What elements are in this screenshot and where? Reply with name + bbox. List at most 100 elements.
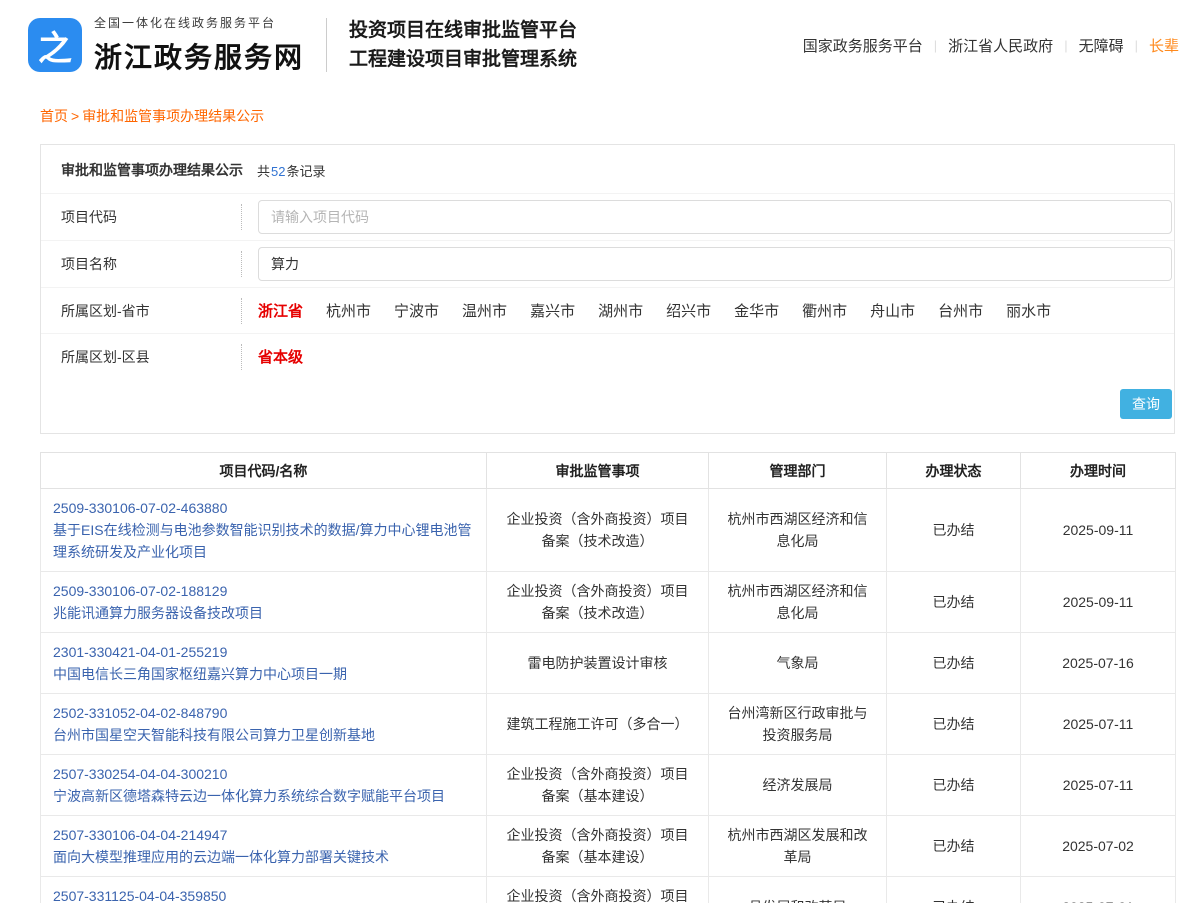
region-option[interactable]: 绍兴市	[666, 300, 711, 321]
project-name-link[interactable]: 宁波高新区德塔森特云边一体化算力系统综合数字赋能平台项目	[53, 785, 474, 807]
region-county-options: 省本级	[242, 340, 1174, 373]
project-name-input[interactable]	[258, 247, 1172, 281]
approval-item-cell: 企业投资（含外商投资）项目备案（基本建设）	[487, 755, 709, 816]
status-cell: 已办结	[887, 877, 1021, 903]
approval-item-cell: 企业投资（含外商投资）项目备案（基本建设）	[487, 877, 709, 903]
column-header: 项目代码/名称	[41, 453, 487, 489]
nav-link-2[interactable]: 无障碍	[1079, 35, 1124, 56]
nav-link-1[interactable]: 浙江省人民政府	[948, 35, 1053, 56]
results-table: 项目代码/名称审批监管事项管理部门办理状态办理时间 2509-330106-07…	[40, 452, 1175, 903]
project-code-link[interactable]: 2507-330254-04-04-300210	[53, 763, 474, 785]
region-option[interactable]: 宁波市	[394, 300, 439, 321]
department-cell: 经济发展局	[709, 755, 887, 816]
project-name-link[interactable]: 面向大模型推理应用的云边端一体化算力部署关键技术	[53, 846, 474, 868]
project-cell: 2507-330106-04-04-214947面向大模型推理应用的云边端一体化…	[41, 816, 487, 877]
department-cell: 杭州市西湖区经济和信息化局	[709, 572, 887, 633]
table-row: 2509-330106-07-02-463880基于EIS在线检测与电池参数智能…	[41, 489, 1176, 572]
column-header: 审批监管事项	[487, 453, 709, 489]
region-option[interactable]: 台州市	[938, 300, 983, 321]
results-table-grid: 项目代码/名称审批监管事项管理部门办理状态办理时间 2509-330106-07…	[40, 452, 1176, 903]
nav-separator: |	[934, 38, 937, 53]
project-code-input[interactable]	[258, 200, 1172, 234]
page-header: 之 全国一体化在线政务服务平台 浙江政务服务网 投资项目在线审批监管平台 工程建…	[0, 0, 1181, 90]
nav-link-0[interactable]: 国家政务服务平台	[803, 35, 923, 56]
site-name: 浙江政务服务网	[94, 36, 304, 76]
project-code-link[interactable]: 2301-330421-04-01-255219	[53, 641, 474, 663]
logo-glyph: 之	[38, 21, 72, 70]
breadcrumb-separator: >	[71, 108, 79, 124]
approval-item-cell: 雷电防护装置设计审核	[487, 633, 709, 694]
project-name-link[interactable]: 台州市国星空天智能科技有限公司算力卫星创新基地	[53, 724, 474, 746]
status-cell: 已办结	[887, 633, 1021, 694]
project-cell: 2509-330106-07-02-463880基于EIS在线检测与电池参数智能…	[41, 489, 487, 572]
time-cell: 2025-07-02	[1021, 816, 1176, 877]
department-cell: 县发展和改革局	[709, 877, 887, 903]
region-option[interactable]: 金华市	[734, 300, 779, 321]
panel-title: 审批和监管事项办理结果公示	[61, 160, 243, 180]
region-option[interactable]: 杭州市	[326, 300, 371, 321]
project-code-field-wrap	[242, 194, 1174, 240]
region-option[interactable]: 舟山市	[870, 300, 915, 321]
status-cell: 已办结	[887, 572, 1021, 633]
project-code-link[interactable]: 2502-331052-04-02-848790	[53, 702, 474, 724]
nav-separator: |	[1135, 38, 1138, 53]
approval-item-cell: 建筑工程施工许可（多合一）	[487, 694, 709, 755]
count-prefix: 共	[257, 164, 270, 179]
project-code-link[interactable]: 2509-330106-07-02-463880	[53, 497, 474, 519]
project-name-link[interactable]: 兆能讯通算力服务器设备技改项目	[53, 602, 474, 624]
time-cell: 2025-07-11	[1021, 694, 1176, 755]
status-cell: 已办结	[887, 489, 1021, 572]
project-cell: 2301-330421-04-01-255219中国电信长三角国家枢纽嘉兴算力中…	[41, 633, 487, 694]
top-nav: 国家政务服务平台 | 浙江省人民政府 | 无障碍 | 长辈	[803, 35, 1181, 56]
record-count: 共52条记录	[257, 161, 326, 180]
region-city-label: 所属区划-省市	[41, 301, 241, 321]
project-code-link[interactable]: 2507-331125-04-04-359850	[53, 885, 474, 903]
project-cell: 2507-330254-04-04-300210宁波高新区德塔森特云边一体化算力…	[41, 755, 487, 816]
status-cell: 已办结	[887, 755, 1021, 816]
status-cell: 已办结	[887, 816, 1021, 877]
project-code-link[interactable]: 2507-330106-04-04-214947	[53, 824, 474, 846]
filter-row-region-city: 所属区划-省市 浙江省 杭州市 宁波市 温州市 嘉兴市 湖州市 绍兴市 金华市 衢州市 舟山市 台州…	[41, 287, 1174, 333]
project-name-link[interactable]: 中国电信长三角国家枢纽嘉兴算力中心项目一期	[53, 663, 474, 685]
project-code-link[interactable]: 2509-330106-07-02-188129	[53, 580, 474, 602]
region-option[interactable]: 省本级	[258, 346, 303, 367]
filter-row-project-name: 项目名称	[41, 240, 1174, 287]
search-button[interactable]: 查询	[1120, 389, 1172, 419]
project-name-link[interactable]: 基于EIS在线检测与电池参数智能识别技术的数据/算力中心锂电池管理系统研发及产业…	[53, 519, 474, 563]
table-row: 2507-330106-04-04-214947面向大模型推理应用的云边端一体化…	[41, 816, 1176, 877]
table-header-row: 项目代码/名称审批监管事项管理部门办理状态办理时间	[41, 453, 1176, 489]
filter-row-region-county: 所属区划-区县 省本级	[41, 333, 1174, 379]
column-header: 管理部门	[709, 453, 887, 489]
breadcrumb-home-link[interactable]: 首页	[40, 108, 68, 124]
region-option[interactable]: 丽水市	[1006, 300, 1051, 321]
region-city-options: 浙江省 杭州市 宁波市 温州市 嘉兴市 湖州市 绍兴市 金华市 衢州市 舟山市 台州市 丽水市	[242, 294, 1174, 327]
filter-panel-head: 审批和监管事项办理结果公示 共52条记录	[41, 145, 1174, 193]
filter-row-project-code: 项目代码	[41, 193, 1174, 240]
column-header: 办理状态	[887, 453, 1021, 489]
platform-name: 全国一体化在线政务服务平台	[94, 14, 304, 31]
region-option[interactable]: 温州市	[462, 300, 507, 321]
project-cell: 2507-331125-04-04-359850国网信通产业集团浙江思极2025…	[41, 877, 487, 903]
nav-link-3[interactable]: 长辈	[1149, 35, 1179, 56]
time-cell: 2025-09-11	[1021, 489, 1176, 572]
project-name-label: 项目名称	[41, 254, 241, 274]
time-cell: 2025-07-11	[1021, 755, 1176, 816]
nav-separator: |	[1064, 38, 1067, 53]
region-option[interactable]: 湖州市	[598, 300, 643, 321]
region-option[interactable]: 浙江省	[258, 300, 303, 321]
table-row: 2509-330106-07-02-188129兆能讯通算力服务器设备技改项目企…	[41, 572, 1176, 633]
approval-item-cell: 企业投资（含外商投资）项目备案（基本建设）	[487, 816, 709, 877]
project-cell: 2509-330106-07-02-188129兆能讯通算力服务器设备技改项目	[41, 572, 487, 633]
time-cell: 2025-07-01	[1021, 877, 1176, 903]
department-cell: 台州湾新区行政审批与投资服务局	[709, 694, 887, 755]
department-cell: 杭州市西湖区经济和信息化局	[709, 489, 887, 572]
column-header: 办理时间	[1021, 453, 1176, 489]
results-table-body: 2509-330106-07-02-463880基于EIS在线检测与电池参数智能…	[41, 489, 1176, 903]
site-brand: 全国一体化在线政务服务平台 浙江政务服务网	[94, 14, 304, 76]
region-option[interactable]: 衢州市	[802, 300, 847, 321]
status-cell: 已办结	[887, 694, 1021, 755]
region-county-label: 所属区划-区县	[41, 347, 241, 367]
department-cell: 杭州市西湖区发展和改革局	[709, 816, 887, 877]
system-title-line1: 投资项目在线审批监管平台	[349, 16, 577, 45]
region-option[interactable]: 嘉兴市	[530, 300, 575, 321]
